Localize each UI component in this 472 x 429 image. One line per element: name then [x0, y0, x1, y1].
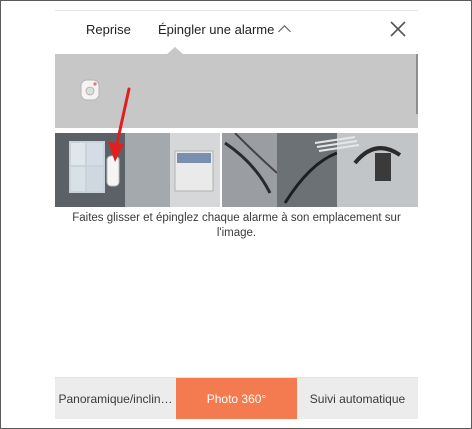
red-arrow-icon: [108, 87, 131, 162]
instructions-text: Faites glisser et épinglez chaque alarme…: [72, 212, 401, 239]
mode-selector: Panoramique/inclin… Photo 360° Suivi aut…: [55, 377, 418, 419]
chevron-up-icon: [278, 25, 292, 38]
tab-pointer-notch: [166, 47, 184, 55]
mode-auto-tracking[interactable]: Suivi automatique: [297, 378, 418, 419]
mode-photo-360[interactable]: Photo 360°: [176, 378, 297, 419]
mode-pan-tilt[interactable]: Panoramique/inclin…: [55, 378, 176, 419]
close-icon[interactable]: [389, 20, 407, 38]
tab-reprise[interactable]: Reprise: [86, 22, 131, 37]
tab-pin-alarm-label: Épingler une alarme: [158, 22, 275, 37]
top-bar: Reprise Épingler une alarme: [55, 10, 418, 54]
alarm-sensor-icon[interactable]: [79, 78, 101, 102]
tray-scrollbar[interactable]: [416, 54, 418, 114]
alarm-placement-screen: Reprise Épingler une alarme Faites gliss…: [55, 10, 418, 419]
tab-pin-alarm[interactable]: Épingler une alarme: [158, 22, 292, 38]
